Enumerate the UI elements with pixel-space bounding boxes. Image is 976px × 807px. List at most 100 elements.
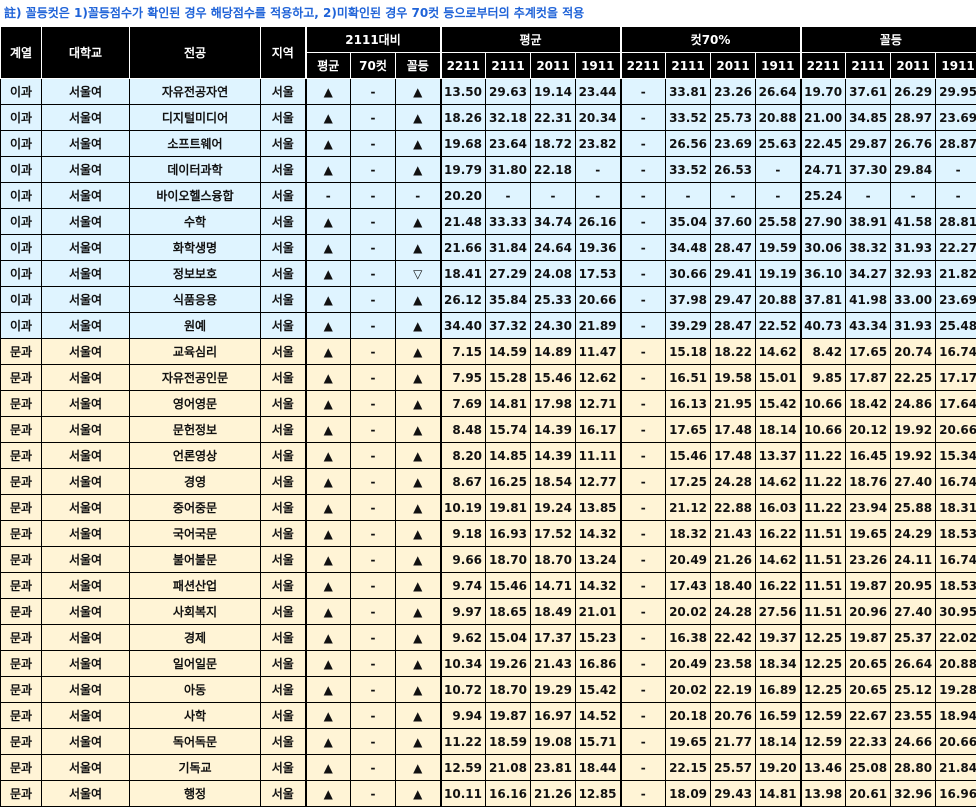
cell-last: 11.51 — [799, 520, 847, 547]
cell-avg: 14.39 — [530, 442, 577, 469]
table-row: 문과 서울여 기독교 서울 ▲ - ▲ 12.59 21.08 23.81 18.44-22.15 2… — [0, 754, 976, 781]
table-row: 문과 서울여 국어국문 서울 ▲ - ▲ 9.18 16.93 17.52 14.32-18.32 2… — [0, 520, 976, 547]
cell-compare-mark: ▲ — [304, 598, 351, 625]
cell-avg: - — [485, 182, 532, 209]
cell-last: 27.90 — [799, 208, 847, 235]
table-row: 이과 서울여 디지털미디어 서울 ▲ - ▲ 18.26 32.18 22.31 20.34-33.… — [0, 104, 976, 131]
table-row: 이과 서울여 화학생명 서울 ▲ - ▲ 21.66 31.84 24.64 19.36-34.48… — [0, 234, 976, 261]
cell-major: 불어불문 — [129, 546, 261, 573]
cell-last: 12.25 — [799, 650, 847, 677]
cell-last: - — [845, 182, 892, 209]
cell-cut70: 15.46 — [665, 442, 712, 469]
cell-region: 서울 — [260, 130, 306, 157]
cell-group: 이과 — [0, 312, 42, 339]
cell-avg: 12.59 — [439, 754, 487, 781]
cell-last: - — [935, 182, 976, 209]
cell-last: 20.74 — [890, 338, 937, 365]
cell-avg: 18.54 — [530, 468, 577, 495]
cell-cut70: 16.59 — [755, 702, 802, 729]
cell-group: 문과 — [0, 624, 42, 651]
cell-avg: 10.11 — [439, 780, 487, 807]
cell-last: 18.94 — [935, 702, 976, 729]
cell-avg: 14.85 — [485, 442, 532, 469]
cell-last: 20.66 — [935, 728, 976, 755]
cell-cut70: 28.47 — [710, 234, 757, 261]
footnote: 註) 꼴등컷은 1)꼴등점수가 확인된 경우 해당점수를 적용하고, 2)미확인… — [4, 6, 585, 20]
cell-avg: 29.63 — [485, 78, 532, 105]
cell-last: 15.34 — [935, 442, 976, 469]
cell-region: 서울 — [260, 546, 306, 573]
cell-last: 22.45 — [799, 130, 847, 157]
cell-cut70: 29.41 — [710, 260, 757, 287]
cell-last: 8.42 — [799, 338, 847, 365]
cell-last: 20.61 — [845, 780, 892, 807]
cell-group: 문과 — [0, 598, 42, 625]
cell-avg: 24.30 — [530, 312, 577, 339]
header-major: 전공 — [129, 26, 261, 79]
cell-avg: 18.26 — [439, 104, 487, 131]
cell-cut70: 19.65 — [665, 728, 712, 755]
cell-last: 41.98 — [845, 286, 892, 313]
table-row: 문과 서울여 사학 서울 ▲ - ▲ 9.94 19.87 16.97 14.52-20.18 20.… — [0, 702, 976, 729]
cell-cut70: - — [710, 182, 757, 209]
cell-last: 38.91 — [845, 208, 892, 235]
cell-last: 38.32 — [845, 234, 892, 261]
cell-cut70: - — [619, 390, 667, 417]
cell-cut70: - — [619, 468, 667, 495]
cell-univ: 서울여 — [41, 520, 130, 547]
cell-cut70: 17.25 — [665, 468, 712, 495]
cell-cut70: - — [619, 520, 667, 547]
cell-last: - — [890, 182, 937, 209]
cell-major: 패션산업 — [129, 572, 261, 599]
cell-cut70: 19.58 — [710, 364, 757, 391]
cell-last: 23.26 — [845, 546, 892, 573]
cell-avg: 18.65 — [485, 598, 532, 625]
cell-cut70: 35.04 — [665, 208, 712, 235]
cell-compare-mark: - — [394, 182, 442, 209]
cell-compare-mark: ▲ — [394, 494, 442, 521]
subheader-year-cut70: 2111 — [665, 52, 712, 79]
table-row: 문과 서울여 경제 서울 ▲ - ▲ 9.62 15.04 17.37 15.23-16.38 22.… — [0, 624, 976, 651]
cell-avg: 23.81 — [530, 754, 577, 781]
cell-avg: 15.28 — [485, 364, 532, 391]
cell-compare-mark: - — [350, 260, 396, 287]
cell-avg: 19.29 — [530, 676, 577, 703]
cell-last: 20.66 — [935, 416, 976, 443]
cell-avg: 22.31 — [530, 104, 577, 131]
cell-compare-mark: ▲ — [394, 364, 442, 391]
cell-last: 25.37 — [890, 624, 937, 651]
cell-avg: 16.97 — [530, 702, 577, 729]
cell-cut70: 24.28 — [710, 598, 757, 625]
cell-group: 이과 — [0, 260, 42, 287]
cell-compare-mark: ▲ — [304, 442, 351, 469]
table-row: 문과 서울여 독어독문 서울 ▲ - ▲ 11.22 18.59 19.08 15.71-19.65… — [0, 728, 976, 755]
cell-last: 13.46 — [799, 754, 847, 781]
cell-cut70: - — [619, 286, 667, 313]
cell-major: 정보보호 — [129, 260, 261, 287]
cell-univ: 서울여 — [41, 650, 130, 677]
cell-avg: 21.26 — [530, 780, 577, 807]
cell-last: 23.69 — [935, 104, 976, 131]
cell-last: 32.93 — [890, 260, 937, 287]
table-row: 문과 서울여 교육심리 서울 ▲ - ▲ 7.15 14.59 14.89 11.47-15.18 1… — [0, 338, 976, 365]
cell-compare-mark: ▲ — [304, 416, 351, 443]
cell-avg: 21.66 — [439, 234, 487, 261]
cell-last: 16.45 — [845, 442, 892, 469]
cell-last: 22.25 — [890, 364, 937, 391]
cell-avg: 19.08 — [530, 728, 577, 755]
cell-avg: 33.33 — [485, 208, 532, 235]
cell-cut70: 17.43 — [665, 572, 712, 599]
cell-avg: 37.32 — [485, 312, 532, 339]
cell-cut70: 18.40 — [710, 572, 757, 599]
cell-avg: 15.42 — [575, 676, 622, 703]
cell-last: 22.67 — [845, 702, 892, 729]
cell-cut70: 29.43 — [710, 780, 757, 807]
cell-avg: 14.59 — [485, 338, 532, 365]
cell-avg: 7.69 — [439, 390, 487, 417]
cell-compare-mark: ▲ — [304, 364, 351, 391]
subheader-year-last: 2211 — [799, 52, 847, 79]
cell-compare-mark: - — [350, 728, 396, 755]
cell-last: 10.66 — [799, 390, 847, 417]
cell-last: - — [935, 156, 976, 183]
cell-major: 문헌정보 — [129, 416, 261, 443]
